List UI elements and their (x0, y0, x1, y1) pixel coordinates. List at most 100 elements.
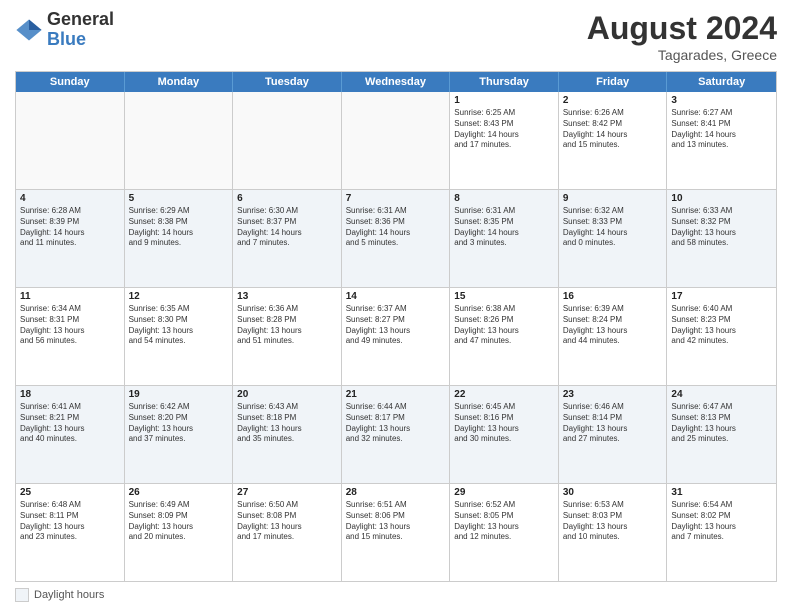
calendar-header: SundayMondayTuesdayWednesdayThursdayFrid… (16, 72, 776, 92)
header-day-tuesday: Tuesday (233, 72, 342, 92)
page: General Blue August 2024 Tagarades, Gree… (0, 0, 792, 612)
calendar-cell: 8Sunrise: 6:31 AM Sunset: 8:35 PM Daylig… (450, 190, 559, 287)
day-number: 6 (237, 193, 337, 204)
day-number: 31 (671, 487, 772, 498)
day-number: 4 (20, 193, 120, 204)
calendar-cell: 23Sunrise: 6:46 AM Sunset: 8:14 PM Dayli… (559, 386, 668, 483)
day-number: 24 (671, 389, 772, 400)
day-number: 11 (20, 291, 120, 302)
day-number: 18 (20, 389, 120, 400)
day-number: 27 (237, 487, 337, 498)
calendar-cell (342, 92, 451, 189)
day-number: 5 (129, 193, 229, 204)
cell-info: Sunrise: 6:37 AM Sunset: 8:27 PM Dayligh… (346, 304, 446, 347)
calendar-cell: 7 Sunrise: 6:31 AM Sunset: 8:36 PM Daylig… (342, 190, 451, 287)
cell-info: Sunrise: 6:42 AM Sunset: 8:20 PM Dayligh… (129, 402, 229, 445)
calendar-cell: 30 Sunrise: 6:53 AM Sunset: 8:03 PM Dayli… (559, 484, 668, 581)
day-number: 19 (129, 389, 229, 400)
cell-info: Sunrise: 6:28 AM Sunset: 8:39 PM Dayligh… (20, 206, 120, 249)
cell-info: Sunrise: 6:38 AM Sunset: 8:26 PM Dayligh… (454, 304, 554, 347)
calendar-cell: 9Sunrise: 6:32 AM Sunset: 8:33 PM Daylig… (559, 190, 668, 287)
cell-info: Sunrise: 6:54 AM Sunset: 8:02 PM Dayligh… (671, 500, 772, 543)
cell-info: Sunrise: 6:46 AM Sunset: 8:14 PM Dayligh… (563, 402, 663, 445)
header-day-friday: Friday (559, 72, 668, 92)
calendar-cell: 29Sunrise: 6:52 AM Sunset: 8:05 PM Dayli… (450, 484, 559, 581)
calendar-cell: 25Sunrise: 6:48 AM Sunset: 8:11 PM Dayli… (16, 484, 125, 581)
day-number: 15 (454, 291, 554, 302)
day-number: 20 (237, 389, 337, 400)
day-number: 12 (129, 291, 229, 302)
calendar-cell: 16 Sunrise: 6:39 AM Sunset: 8:24 PM Dayli… (559, 288, 668, 385)
location-title: Tagarades, Greece (587, 47, 777, 63)
calendar-cell: 6 Sunrise: 6:30 AM Sunset: 8:37 PM Daylig… (233, 190, 342, 287)
day-number: 2 (563, 95, 663, 106)
cell-info: Sunrise: 6:27 AM Sunset: 8:41 PM Dayligh… (671, 108, 772, 151)
calendar-cell: 12 Sunrise: 6:35 AM Sunset: 8:30 PM Dayli… (125, 288, 234, 385)
logo-text: General Blue (47, 10, 114, 50)
day-number: 9 (563, 193, 663, 204)
day-number: 8 (454, 193, 554, 204)
cell-info: Sunrise: 6:35 AM Sunset: 8:30 PM Dayligh… (129, 304, 229, 347)
cell-info: Sunrise: 6:26 AM Sunset: 8:42 PM Dayligh… (563, 108, 663, 151)
day-number: 10 (671, 193, 772, 204)
calendar-cell (233, 92, 342, 189)
calendar-week-3: 18Sunrise: 6:41 AM Sunset: 8:21 PM Dayli… (16, 386, 776, 484)
day-number: 3 (671, 95, 772, 106)
calendar-cell: 10 Sunrise: 6:33 AM Sunset: 8:32 PM Dayli… (667, 190, 776, 287)
cell-info: Sunrise: 6:29 AM Sunset: 8:38 PM Dayligh… (129, 206, 229, 249)
calendar-cell: 31 Sunrise: 6:54 AM Sunset: 8:02 PM Dayli… (667, 484, 776, 581)
cell-info: Sunrise: 6:43 AM Sunset: 8:18 PM Dayligh… (237, 402, 337, 445)
title-area: August 2024 Tagarades, Greece (587, 10, 777, 63)
calendar-cell: 21Sunrise: 6:44 AM Sunset: 8:17 PM Dayli… (342, 386, 451, 483)
calendar-cell (16, 92, 125, 189)
logo: General Blue (15, 10, 114, 50)
day-number: 21 (346, 389, 446, 400)
cell-info: Sunrise: 6:48 AM Sunset: 8:11 PM Dayligh… (20, 500, 120, 543)
calendar-cell: 28Sunrise: 6:51 AM Sunset: 8:06 PM Dayli… (342, 484, 451, 581)
calendar-cell: 5 Sunrise: 6:29 AM Sunset: 8:38 PM Daylig… (125, 190, 234, 287)
cell-info: Sunrise: 6:40 AM Sunset: 8:23 PM Dayligh… (671, 304, 772, 347)
cell-info: Sunrise: 6:33 AM Sunset: 8:32 PM Dayligh… (671, 206, 772, 249)
cell-info: Sunrise: 6:30 AM Sunset: 8:37 PM Dayligh… (237, 206, 337, 249)
cell-info: Sunrise: 6:25 AM Sunset: 8:43 PM Dayligh… (454, 108, 554, 151)
cell-info: Sunrise: 6:34 AM Sunset: 8:31 PM Dayligh… (20, 304, 120, 347)
day-number: 7 (346, 193, 446, 204)
cell-info: Sunrise: 6:31 AM Sunset: 8:36 PM Dayligh… (346, 206, 446, 249)
calendar-cell: 27 Sunrise: 6:50 AM Sunset: 8:08 PM Dayli… (233, 484, 342, 581)
cell-info: Sunrise: 6:52 AM Sunset: 8:05 PM Dayligh… (454, 500, 554, 543)
legend-box (15, 588, 29, 602)
calendar-cell: 2 Sunrise: 6:26 AM Sunset: 8:42 PM Daylig… (559, 92, 668, 189)
calendar-week-2: 11 Sunrise: 6:34 AM Sunset: 8:31 PM Dayli… (16, 288, 776, 386)
day-number: 28 (346, 487, 446, 498)
calendar-cell: 22Sunrise: 6:45 AM Sunset: 8:16 PM Dayli… (450, 386, 559, 483)
calendar-cell: 4 Sunrise: 6:28 AM Sunset: 8:39 PM Daylig… (16, 190, 125, 287)
calendar-week-4: 25Sunrise: 6:48 AM Sunset: 8:11 PM Dayli… (16, 484, 776, 581)
calendar-cell: 1 Sunrise: 6:25 AM Sunset: 8:43 PM Daylig… (450, 92, 559, 189)
day-number: 1 (454, 95, 554, 106)
calendar-cell (125, 92, 234, 189)
calendar-cell: 15 Sunrise: 6:38 AM Sunset: 8:26 PM Dayli… (450, 288, 559, 385)
month-year-title: August 2024 (587, 10, 777, 47)
calendar-week-0: 1 Sunrise: 6:25 AM Sunset: 8:43 PM Daylig… (16, 92, 776, 190)
day-number: 14 (346, 291, 446, 302)
calendar-week-1: 4 Sunrise: 6:28 AM Sunset: 8:39 PM Daylig… (16, 190, 776, 288)
day-number: 30 (563, 487, 663, 498)
calendar-cell: 11 Sunrise: 6:34 AM Sunset: 8:31 PM Dayli… (16, 288, 125, 385)
header-day-monday: Monday (125, 72, 234, 92)
calendar-cell: 17Sunrise: 6:40 AM Sunset: 8:23 PM Dayli… (667, 288, 776, 385)
calendar-cell: 14 Sunrise: 6:37 AM Sunset: 8:27 PM Dayli… (342, 288, 451, 385)
logo-general: General (47, 10, 114, 30)
logo-icon (15, 16, 43, 44)
calendar-cell: 13Sunrise: 6:36 AM Sunset: 8:28 PM Dayli… (233, 288, 342, 385)
cell-info: Sunrise: 6:47 AM Sunset: 8:13 PM Dayligh… (671, 402, 772, 445)
day-number: 16 (563, 291, 663, 302)
header-day-saturday: Saturday (667, 72, 776, 92)
calendar-cell: 3 Sunrise: 6:27 AM Sunset: 8:41 PM Daylig… (667, 92, 776, 189)
cell-info: Sunrise: 6:50 AM Sunset: 8:08 PM Dayligh… (237, 500, 337, 543)
calendar-body: 1 Sunrise: 6:25 AM Sunset: 8:43 PM Daylig… (16, 92, 776, 581)
calendar: SundayMondayTuesdayWednesdayThursdayFrid… (15, 71, 777, 582)
cell-info: Sunrise: 6:53 AM Sunset: 8:03 PM Dayligh… (563, 500, 663, 543)
cell-info: Sunrise: 6:39 AM Sunset: 8:24 PM Dayligh… (563, 304, 663, 347)
cell-info: Sunrise: 6:45 AM Sunset: 8:16 PM Dayligh… (454, 402, 554, 445)
day-number: 26 (129, 487, 229, 498)
